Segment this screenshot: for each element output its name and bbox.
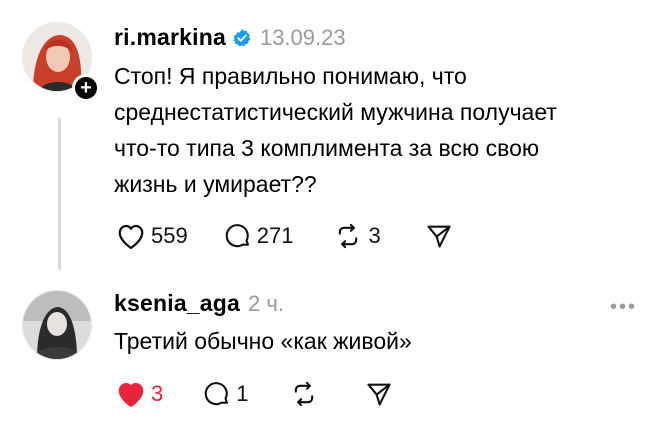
post-time: 13.09.23 (259, 24, 346, 50)
comment-bubble-icon (225, 224, 249, 248)
like-count: 3 (151, 381, 164, 406)
post-text: Стоп! Я правильно понимаю, что среднеста… (114, 58, 557, 202)
repost-button[interactable] (289, 380, 319, 408)
like-button[interactable]: 3 (116, 380, 163, 408)
heart-icon (118, 383, 144, 407)
repost-icon (294, 381, 313, 407)
repost-icon (339, 223, 358, 249)
comment-count: 1 (236, 381, 249, 406)
username[interactable]: ri.markina (114, 24, 226, 51)
post-text-line: Стоп! Я правильно понимаю, что (114, 63, 467, 89)
post-header: ksenia_aga 2 ч. (114, 290, 284, 317)
like-button[interactable]: 559 (116, 222, 188, 250)
more-dots-icon[interactable]: ••• (610, 297, 637, 317)
like-count: 559 (151, 223, 188, 248)
repost-count: 3 (368, 223, 381, 248)
avatar-ri-markina-wrap[interactable]: + (22, 22, 100, 102)
post-text-line: жизнь и умирает?? (114, 171, 317, 197)
avatar-ksenia-aga-wrap[interactable] (22, 290, 92, 360)
heart-icon (118, 224, 144, 249)
comment-bubble-icon (205, 382, 229, 406)
post-text-line: среднестатистический мужчина получает (114, 99, 557, 125)
comment-button[interactable]: 1 (203, 380, 249, 408)
post-actions: 559 271 3 (116, 222, 453, 250)
avatar[interactable] (22, 290, 92, 360)
post-text: Третий обычно «как живой» (114, 323, 412, 359)
repost-button[interactable]: 3 (333, 222, 381, 250)
follow-plus-icon[interactable]: + (72, 74, 100, 102)
post-header: ri.markina 13.09.23 (114, 24, 346, 51)
post-text-line: что-то типа 3 комплимента за всю свою (114, 135, 540, 161)
verified-badge-icon (233, 28, 251, 46)
share-send-icon (366, 383, 391, 406)
post-actions: 3 1 (116, 380, 393, 408)
comment-count: 271 (256, 223, 294, 248)
post-time: 2 ч. (248, 290, 284, 316)
post-text-line: Третий обычно «как живой» (114, 328, 412, 354)
share-send-icon (427, 225, 451, 248)
share-button[interactable] (425, 222, 453, 250)
comment-button[interactable]: 271 (224, 222, 294, 250)
username[interactable]: ksenia_aga (114, 290, 240, 317)
thread-line (58, 118, 61, 270)
share-button[interactable] (365, 380, 393, 408)
